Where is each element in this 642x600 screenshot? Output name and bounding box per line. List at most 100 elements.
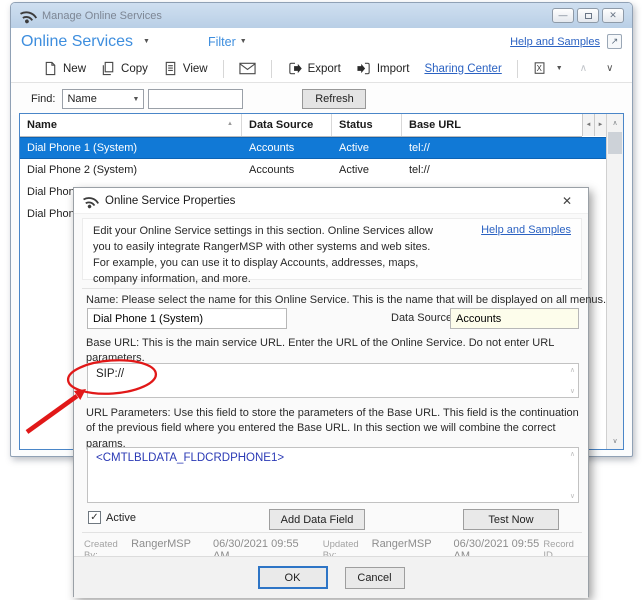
find-bar: Find: Name ▼ Refresh — [11, 83, 632, 115]
export-button[interactable]: Export — [283, 59, 345, 78]
scroll-down-icon[interactable]: ∨ — [570, 387, 575, 395]
column-header-status[interactable]: Status — [332, 114, 402, 136]
view-button[interactable]: View — [159, 59, 212, 78]
find-label: Find: — [31, 93, 55, 105]
feed-app-icon — [18, 5, 38, 25]
excel-export-button[interactable]: X ▼ — [529, 59, 567, 78]
chevron-up-icon: ∧ — [580, 63, 587, 74]
email-button[interactable] — [235, 60, 260, 77]
minimize-button[interactable]: — — [552, 8, 574, 23]
maximize-button[interactable] — [577, 8, 599, 23]
scroll-down-icon: ∨ — [612, 437, 617, 445]
envelope-icon — [239, 62, 256, 75]
svg-text:X: X — [536, 64, 542, 73]
copy-button[interactable]: Copy — [97, 59, 152, 78]
online-service-properties-dialog: Online Service Properties ✕ Edit your On… — [73, 187, 589, 597]
cancel-button[interactable]: Cancel — [345, 567, 405, 589]
toolbar-separator — [517, 60, 518, 78]
created-by-value: RangerMSP — [131, 538, 191, 550]
dialog-close-button[interactable]: ✕ — [556, 192, 578, 210]
table-row[interactable]: Dial Phone 2 (System) Accounts Active te… — [20, 159, 606, 181]
filter-label: Filter — [208, 35, 236, 49]
close-icon: ✕ — [609, 11, 617, 20]
test-now-button[interactable]: Test Now — [463, 509, 559, 530]
scroll-down-icon[interactable]: ∨ — [570, 492, 575, 500]
active-checkbox-row: ✓ Active — [88, 511, 136, 524]
chevron-down-icon: ▼ — [240, 38, 247, 45]
data-source-label: Data Source: — [391, 312, 455, 324]
dialog-description: Edit your Online Service settings in thi… — [93, 224, 445, 274]
url-parameters-value: <CMTLBLDATA_FLDCRDPHONE1> — [96, 452, 284, 464]
scroll-left-icon: ◄ — [586, 122, 592, 128]
popout-button[interactable]: ↗ — [607, 34, 622, 49]
export-icon — [287, 61, 303, 76]
updated-by-value: RangerMSP — [372, 538, 432, 550]
new-page-icon — [43, 61, 58, 76]
new-button[interactable]: New — [39, 59, 90, 78]
ok-button[interactable]: OK — [258, 566, 328, 589]
active-label: Active — [106, 512, 136, 524]
import-icon — [356, 61, 372, 76]
chevron-down-icon[interactable]: ▼ — [143, 38, 150, 45]
close-button[interactable]: ✕ — [602, 8, 624, 23]
data-source-input[interactable] — [450, 308, 579, 329]
scroll-right-icon: ► — [598, 122, 604, 128]
vertical-scrollbar[interactable]: ∧ ∨ — [606, 114, 623, 449]
view-header: Online Services ▼ Filter ▼ Help and Samp… — [11, 28, 632, 55]
filter-menu[interactable]: Filter ▼ — [208, 35, 247, 49]
copy-icon — [101, 61, 116, 76]
find-field-select[interactable]: Name ▼ — [62, 89, 144, 109]
column-header-base-url[interactable]: Base URL — [402, 114, 582, 136]
scroll-left-button[interactable]: ◄ — [582, 114, 594, 136]
scroll-up-icon[interactable]: ∧ — [570, 366, 575, 374]
description-panel: Edit your Online Service settings in thi… — [82, 218, 582, 280]
screen: Manage Online Services — ✕ Online Servic… — [0, 0, 642, 600]
find-input[interactable] — [148, 89, 243, 109]
find-field-value: Name — [67, 93, 96, 105]
divider — [82, 532, 582, 533]
add-data-field-button[interactable]: Add Data Field — [269, 509, 365, 530]
table-row[interactable]: Dial Phone 1 (System) Accounts Active te… — [20, 137, 606, 159]
view-document-icon — [163, 61, 178, 76]
dialog-titlebar[interactable]: Online Service Properties ✕ — [74, 188, 588, 214]
import-button[interactable]: Import — [352, 59, 414, 78]
excel-icon: X — [533, 61, 547, 76]
chevron-down-icon: ∨ — [606, 63, 613, 74]
help-and-samples-link[interactable]: Help and Samples — [481, 224, 571, 274]
name-field-label: Name: Please select the name for this On… — [86, 294, 606, 306]
window-titlebar[interactable]: Manage Online Services — ✕ — [11, 3, 632, 28]
move-up-button[interactable]: ∧ — [574, 63, 593, 74]
scroll-up-icon[interactable]: ∧ — [570, 450, 575, 458]
scroll-right-button[interactable]: ► — [594, 114, 606, 136]
scrollbar-thumb[interactable] — [608, 132, 622, 154]
column-header-data-source[interactable]: Data Source — [242, 114, 332, 136]
window-title: Manage Online Services — [42, 10, 162, 22]
toolbar: New Copy View Export Import — [11, 55, 632, 83]
feed-app-icon — [81, 191, 100, 210]
sort-ascending-icon: ▲ — [227, 121, 233, 127]
scroll-up-icon: ∧ — [612, 119, 617, 127]
refresh-button[interactable]: Refresh — [302, 89, 366, 109]
maximize-icon — [585, 13, 592, 19]
service-name-input[interactable] — [87, 308, 287, 329]
base-url-value: SIP:// — [96, 368, 124, 380]
help-and-samples-link[interactable]: Help and Samples — [510, 36, 600, 48]
view-title-menu[interactable]: Online Services — [21, 33, 133, 51]
dialog-title: Online Service Properties — [105, 195, 235, 207]
divider — [82, 288, 582, 289]
sharing-center-link[interactable]: Sharing Center — [420, 61, 505, 77]
base-url-textarea[interactable]: SIP:// ∧ ∨ — [87, 363, 579, 398]
toolbar-separator — [223, 60, 224, 78]
external-link-icon: ↗ — [611, 36, 619, 47]
move-down-button[interactable]: ∨ — [600, 63, 619, 74]
scroll-down-button[interactable]: ∨ — [607, 432, 623, 449]
dialog-body: Edit your Online Service settings in thi… — [74, 214, 588, 598]
minimize-icon: — — [559, 11, 568, 20]
scroll-up-button[interactable]: ∧ — [607, 114, 623, 131]
toolbar-separator — [271, 60, 272, 78]
active-checkbox[interactable]: ✓ — [88, 511, 101, 524]
column-header-name[interactable]: Name ▲ — [20, 114, 242, 136]
url-parameters-textarea[interactable]: <CMTLBLDATA_FLDCRDPHONE1> ∧ ∨ — [87, 447, 579, 503]
table-header: Name ▲ Data Source Status Base URL — [20, 114, 582, 137]
check-icon: ✓ — [90, 513, 98, 523]
